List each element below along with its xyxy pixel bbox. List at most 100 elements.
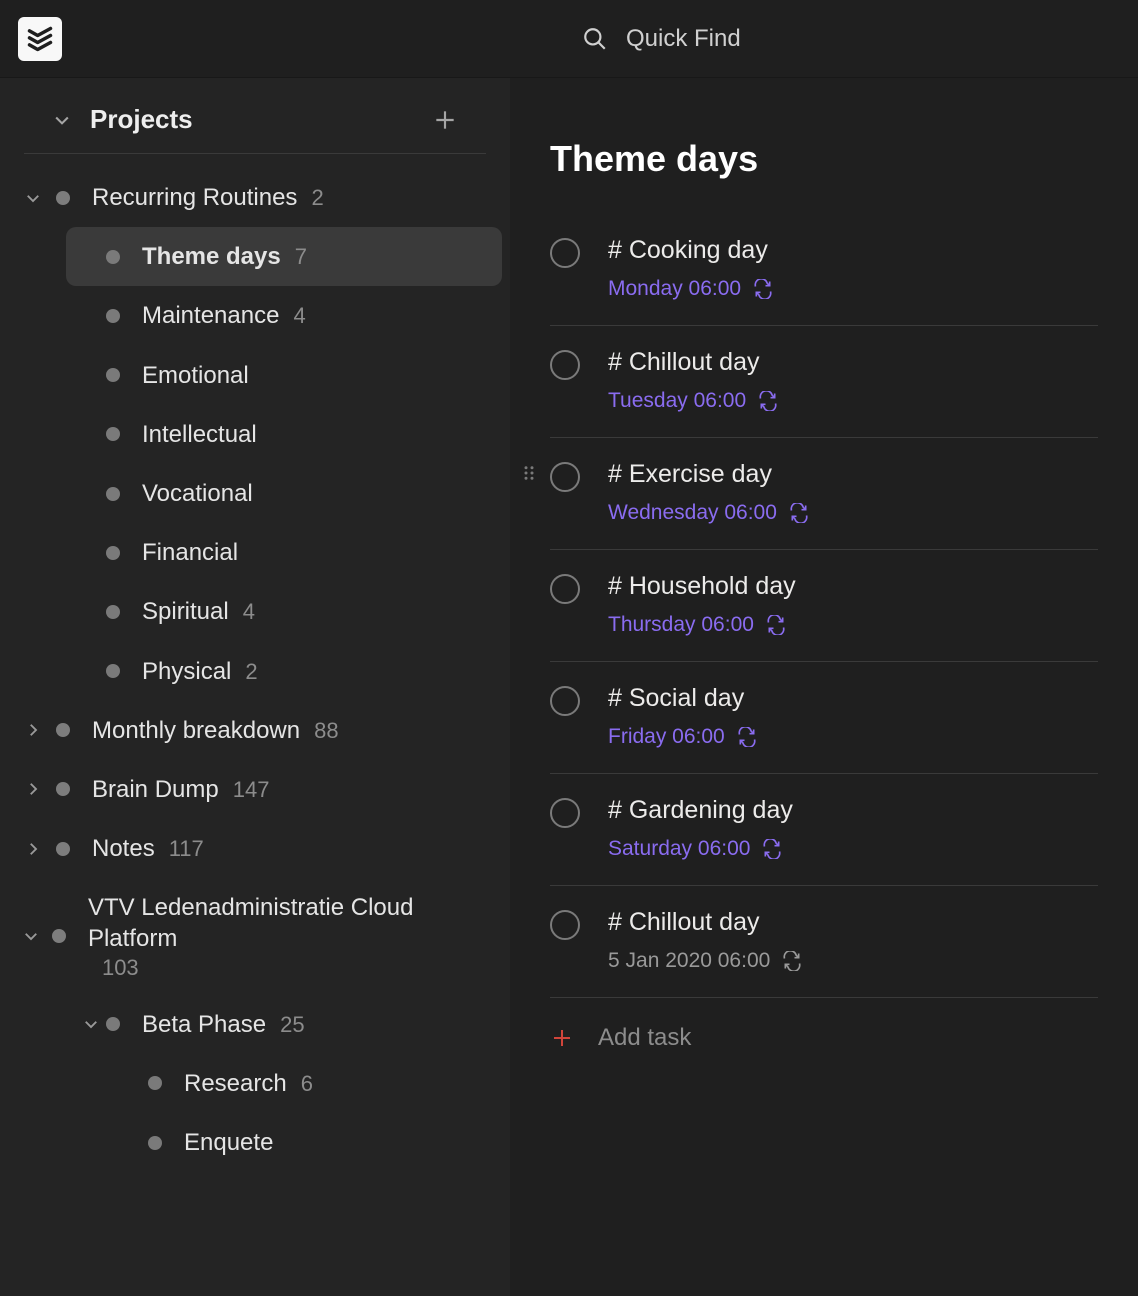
project-color-dot bbox=[148, 1136, 162, 1150]
project-label: Research bbox=[184, 1068, 287, 1099]
task-due: Monday 06:00 bbox=[608, 277, 1098, 301]
task-due: Saturday 06:00 bbox=[608, 837, 1098, 861]
task-row[interactable]: # Household dayThursday 06:00 bbox=[550, 550, 1098, 662]
task-row[interactable]: # Social dayFriday 06:00 bbox=[550, 662, 1098, 774]
quick-find-label: Quick Find bbox=[626, 25, 741, 53]
project-color-dot bbox=[56, 723, 70, 737]
task-row[interactable]: # Cooking day Monday 06:00 bbox=[550, 214, 1098, 326]
task-due: Wednesday 06:00 bbox=[608, 501, 1098, 525]
task-due-text: Monday 06:00 bbox=[608, 277, 741, 301]
sidebar-item[interactable]: Enquete bbox=[108, 1113, 502, 1172]
project-label: Notes bbox=[92, 833, 155, 864]
chevron-down-icon bbox=[16, 927, 46, 945]
plus-icon bbox=[432, 107, 458, 133]
sidebar-item[interactable]: Beta Phase25 bbox=[66, 995, 502, 1054]
sidebar-item[interactable]: Theme days7 bbox=[66, 227, 502, 286]
sidebar-item[interactable]: Maintenance4 bbox=[66, 286, 502, 345]
sidebar-item[interactable]: Intellectual bbox=[66, 405, 502, 464]
chevron-right-icon bbox=[16, 780, 50, 798]
sidebar-item[interactable]: Financial bbox=[66, 523, 502, 582]
sidebar-item[interactable]: VTV Ledenadministratie Cloud Platform103 bbox=[6, 878, 504, 994]
task-checkbox[interactable] bbox=[550, 238, 580, 268]
task-checkbox[interactable] bbox=[550, 462, 580, 492]
project-label: Emotional bbox=[142, 360, 249, 391]
project-count: 117 bbox=[169, 836, 204, 862]
main-content: Theme days # Cooking day Monday 06:00 # Ch… bbox=[510, 78, 1138, 1296]
project-color-dot bbox=[56, 191, 70, 205]
sidebar-item[interactable]: Recurring Routines 2 bbox=[6, 168, 504, 227]
project-label: Recurring Routines bbox=[92, 182, 297, 213]
sidebar: Projects Recurring Routines2Theme days7M… bbox=[0, 78, 510, 1296]
project-label: Brain Dump bbox=[92, 774, 219, 805]
add-project-button[interactable] bbox=[432, 107, 458, 133]
task-row[interactable]: # Gardening daySaturday 06:00 bbox=[550, 774, 1098, 886]
chevron-right-icon bbox=[16, 840, 50, 858]
chevron-down-icon bbox=[16, 189, 50, 207]
task-checkbox[interactable] bbox=[550, 910, 580, 940]
plus-icon bbox=[550, 1026, 574, 1050]
project-color-dot bbox=[106, 664, 120, 678]
recurring-icon bbox=[737, 727, 757, 747]
project-color-dot bbox=[106, 368, 120, 382]
recurring-icon bbox=[753, 279, 773, 299]
project-count: 88 bbox=[314, 718, 338, 744]
project-count: 2 bbox=[311, 185, 323, 211]
chevron-right-icon bbox=[16, 721, 50, 739]
sidebar-item[interactable]: Emotional bbox=[66, 346, 502, 405]
recurring-icon bbox=[782, 951, 802, 971]
search-icon bbox=[582, 26, 608, 52]
project-color-dot bbox=[56, 842, 70, 856]
todoist-logo-icon bbox=[26, 25, 54, 53]
project-label: Intellectual bbox=[142, 419, 257, 450]
project-count: 4 bbox=[243, 599, 255, 625]
chevron-down-icon bbox=[52, 110, 72, 130]
task-checkbox[interactable] bbox=[550, 798, 580, 828]
project-label: Monthly breakdown bbox=[92, 715, 300, 746]
projects-header[interactable]: Projects bbox=[24, 96, 486, 154]
project-label: Spiritual bbox=[142, 596, 229, 627]
quick-find[interactable]: Quick Find bbox=[582, 25, 741, 53]
task-due: Friday 06:00 bbox=[608, 725, 1098, 749]
task-title: # Chillout day bbox=[608, 348, 1098, 377]
project-count: 2 bbox=[245, 659, 257, 685]
sidebar-item[interactable]: Vocational bbox=[66, 464, 502, 523]
task-title: # Cooking day bbox=[608, 236, 1098, 265]
top-bar: Quick Find bbox=[0, 0, 1138, 78]
recurring-icon bbox=[789, 503, 809, 523]
task-due: Thursday 06:00 bbox=[608, 613, 1098, 637]
project-color-dot bbox=[148, 1076, 162, 1090]
project-label: VTV Ledenadministratie Cloud Platform bbox=[88, 892, 504, 954]
add-task-button[interactable]: Add task bbox=[550, 998, 1098, 1078]
task-checkbox[interactable] bbox=[550, 574, 580, 604]
sidebar-item[interactable]: Monthly breakdown 88 bbox=[6, 701, 504, 760]
app-logo[interactable] bbox=[18, 17, 62, 61]
project-color-dot bbox=[106, 1017, 120, 1031]
project-color-dot bbox=[106, 546, 120, 560]
project-count: 147 bbox=[233, 777, 270, 803]
project-label: Maintenance bbox=[142, 300, 279, 331]
project-color-dot bbox=[106, 487, 120, 501]
task-title: # Chillout day bbox=[608, 908, 1098, 937]
task-checkbox[interactable] bbox=[550, 350, 580, 380]
sidebar-item[interactable]: Notes 117 bbox=[6, 819, 504, 878]
task-row[interactable]: # Chillout day Tuesday 06:00 bbox=[550, 326, 1098, 438]
sidebar-item[interactable]: Physical2 bbox=[66, 642, 502, 701]
page-title: Theme days bbox=[550, 138, 1098, 180]
task-due: Tuesday 06:00 bbox=[608, 389, 1098, 413]
task-due-text: 5 Jan 2020 06:00 bbox=[608, 949, 770, 973]
sidebar-item[interactable]: Brain Dump 147 bbox=[6, 760, 504, 819]
task-row[interactable]: # Exercise dayWednesday 06:00 bbox=[550, 438, 1098, 550]
project-color-dot bbox=[106, 605, 120, 619]
task-row[interactable]: # Chillout day 5 Jan 2020 06:00 bbox=[550, 886, 1098, 998]
project-count: 103 bbox=[102, 955, 139, 981]
project-count: 6 bbox=[301, 1071, 313, 1097]
sidebar-item[interactable]: Spiritual 4 bbox=[66, 582, 502, 641]
drag-handle-icon[interactable] bbox=[520, 464, 538, 482]
task-due: 5 Jan 2020 06:00 bbox=[608, 949, 1098, 973]
project-label: Financial bbox=[142, 537, 238, 568]
task-checkbox[interactable] bbox=[550, 686, 580, 716]
projects-title: Projects bbox=[90, 104, 193, 135]
task-due-text: Wednesday 06:00 bbox=[608, 501, 777, 525]
sidebar-item[interactable]: Research 6 bbox=[108, 1054, 502, 1113]
project-color-dot bbox=[106, 250, 120, 264]
